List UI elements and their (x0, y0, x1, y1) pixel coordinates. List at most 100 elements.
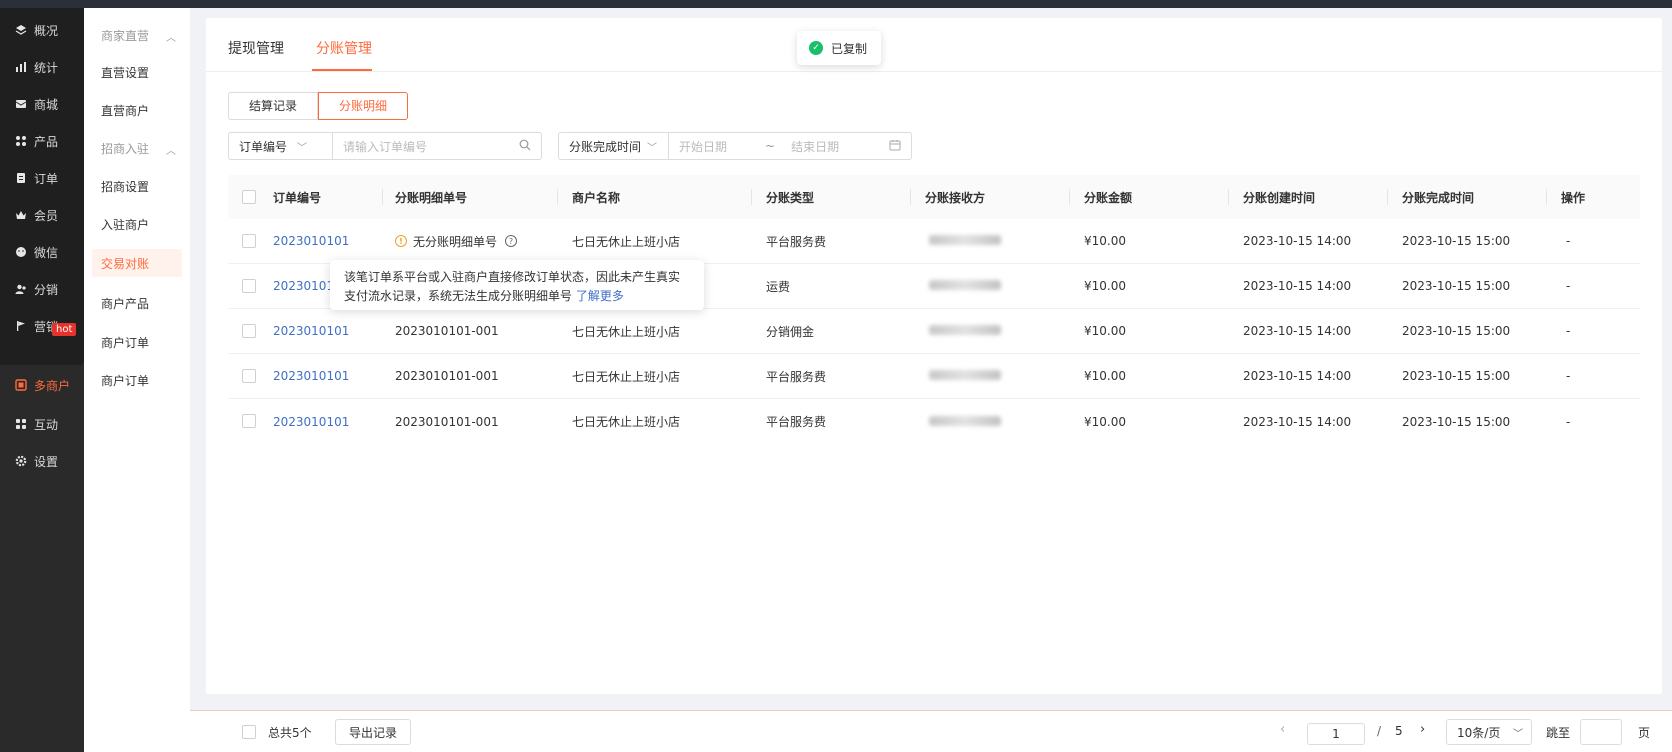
order-number-link[interactable]: 2023010101 (273, 234, 349, 248)
tab-active-indicator (312, 69, 372, 71)
nav-item-label: 互动 (34, 417, 59, 432)
created-time: 2023-10-15 14:00 (1243, 324, 1352, 338)
nav-item-label: 分销 (34, 282, 59, 297)
completed-time: 2023-10-15 15:00 (1402, 414, 1511, 429)
row-action: - (1566, 324, 1571, 338)
flag-icon (14, 319, 28, 333)
order-number-link[interactable]: 20230101 (273, 279, 334, 293)
column-header: 分账接收方 (925, 190, 986, 205)
receiver-blurred (929, 415, 1001, 429)
tab-split-management[interactable]: 分账管理 (316, 38, 372, 58)
no-split-detail-tooltip: 该笔订单系平台或入驻商户直接修改订单状态，因此未产生真实 支付流水记录，系统无法… (330, 260, 704, 310)
chevron-up-icon: ︿ (166, 146, 176, 157)
calendar-icon[interactable] (889, 139, 911, 154)
nav-item-product[interactable]: 产品 (0, 121, 84, 161)
nav-item-label: 订单 (34, 171, 59, 186)
grid-icon (14, 134, 28, 148)
split-detail-number: 2023010101-001 (395, 414, 499, 429)
split-type: 平台服务费 (766, 234, 827, 249)
subnav-item-merchant-orders[interactable]: 商户订单 (92, 328, 182, 356)
subnav-group-settle[interactable]: 招商入驻 ︿ (92, 134, 182, 162)
tab-withdraw[interactable]: 提现管理 (228, 38, 284, 58)
learn-more-link[interactable]: 了解更多 (576, 289, 624, 303)
row-checkbox[interactable] (242, 414, 256, 428)
nav-item-wechat[interactable]: 微信 (0, 232, 84, 272)
row-checkbox[interactable] (242, 234, 256, 248)
prev-page-icon[interactable]: ‹ (1280, 722, 1285, 737)
select-all-checkbox[interactable] (242, 190, 256, 204)
export-records-button[interactable]: 导出记录 (335, 719, 411, 745)
subnav-item-settle-settings[interactable]: 招商设置 (92, 172, 182, 200)
table-row: 2023010101 2023010101-001 七日无休止上班小店 平台服务… (228, 399, 1640, 444)
time-field-select[interactable]: 分账完成时间 ﹀ (559, 133, 669, 159)
order-number-link[interactable]: 2023010101 (273, 324, 349, 338)
split-amount: ¥10.00 (1084, 414, 1126, 429)
merchant-name: 七日无休止上班小店 (572, 324, 681, 339)
next-page-icon[interactable]: › (1420, 722, 1425, 737)
column-divider (1546, 189, 1547, 205)
subnav-group-direct[interactable]: 商家直营 ︿ (92, 21, 182, 49)
order-number-link[interactable]: 2023010101 (273, 415, 349, 429)
chevron-down-icon: ﹀ (297, 142, 308, 154)
column-header: 分账类型 (766, 190, 815, 205)
completed-time: 2023-10-15 15:00 (1402, 279, 1511, 293)
column-divider (1228, 189, 1229, 205)
row-checkbox[interactable] (242, 369, 256, 383)
subnav-item-label: 商户产品 (101, 296, 150, 311)
subnav-item-merchant-products[interactable]: 商户产品 (92, 289, 182, 317)
nav-item-label: 概况 (34, 23, 59, 38)
merchant-name: 七日无休止上班小店 (572, 369, 681, 384)
page-number-input[interactable]: 1 (1307, 723, 1365, 745)
subnav-item-settled-merchants[interactable]: 入驻商户 (92, 210, 182, 238)
footer-select-all-checkbox[interactable] (242, 725, 256, 739)
split-type: 分销佣金 (766, 324, 815, 339)
copied-toast: ✓ 已复制 (797, 31, 881, 65)
table-row: 2023010101 ! 无分账明细单号 ? 七日无休止上班小店 平台服务费 ¥… (228, 219, 1640, 264)
order-number-link[interactable]: 2023010101 (273, 369, 349, 383)
row-checkbox[interactable] (242, 324, 256, 338)
nav-item-overview[interactable]: 概况 (0, 10, 84, 50)
nav-item-mall[interactable]: 商城 (0, 84, 84, 124)
nav-item-multi-merchant[interactable]: 多商户 (0, 365, 84, 405)
nav-item-statistics[interactable]: 统计 (0, 47, 84, 87)
chevron-down-icon: ﹀ (647, 142, 658, 154)
end-date-input[interactable]: 结束日期 (781, 138, 889, 155)
nav-item-order[interactable]: 订单 (0, 158, 84, 198)
row-action: - (1566, 279, 1571, 293)
column-divider (1069, 189, 1070, 205)
time-field-select-value: 分账完成时间 (569, 139, 642, 154)
order-filter: 订单编号 ﹀ 请输入订单编号 (228, 132, 542, 160)
segment-settlement-records[interactable]: 结算记录 (228, 92, 319, 120)
split-type: 平台服务费 (766, 415, 827, 429)
search-icon[interactable] (519, 139, 541, 154)
split-detail-number: 2023010101-001 (395, 369, 499, 383)
created-time: 2023-10-15 14:00 (1243, 369, 1352, 383)
column-header: 分账金额 (1084, 190, 1133, 205)
column-header: 分账完成时间 (1402, 190, 1475, 205)
nav-item-interaction[interactable]: 互动 (0, 404, 84, 444)
chevron-up-icon: ︿ (166, 33, 176, 44)
start-date-input[interactable]: 开始日期 (669, 138, 759, 155)
help-icon[interactable]: ? (505, 235, 518, 247)
column-header: 操作 (1561, 190, 1586, 205)
subnav-item-label: 交易对账 (101, 256, 150, 271)
apps-icon (14, 417, 28, 431)
main-sidebar: 概况 统计 商城 产品 订单 会员 微信 分销 营销 hot 多商户 互动 设置 (0, 8, 84, 752)
row-checkbox[interactable] (242, 279, 256, 293)
jump-page-input[interactable] (1580, 719, 1622, 745)
nav-item-settings[interactable]: 设置 (0, 441, 84, 481)
nav-item-distribution[interactable]: 分销 (0, 269, 84, 309)
nav-item-member[interactable]: 会员 (0, 195, 84, 235)
order-field-select[interactable]: 订单编号 ﹀ (229, 133, 333, 159)
subnav-item-direct-merchants[interactable]: 直营商户 (92, 96, 182, 124)
subnav-group-label: 招商入驻 (101, 141, 150, 156)
nav-item-label: 微信 (34, 245, 59, 260)
nav-item-label: 设置 (34, 454, 59, 469)
subnav-item-reconciliation[interactable]: 交易对账 (92, 249, 182, 277)
subnav-item-direct-settings[interactable]: 直营设置 (92, 58, 182, 86)
page-size-select[interactable]: 10条/页 ﹀ (1446, 719, 1532, 745)
subnav-item-label: 商户订单 (101, 335, 150, 350)
order-search-input[interactable]: 请输入订单编号 (333, 138, 519, 155)
subnav-item-merchant-orders-2[interactable]: 商户订单 (92, 366, 182, 394)
segment-split-details[interactable]: 分账明细 (318, 92, 409, 120)
